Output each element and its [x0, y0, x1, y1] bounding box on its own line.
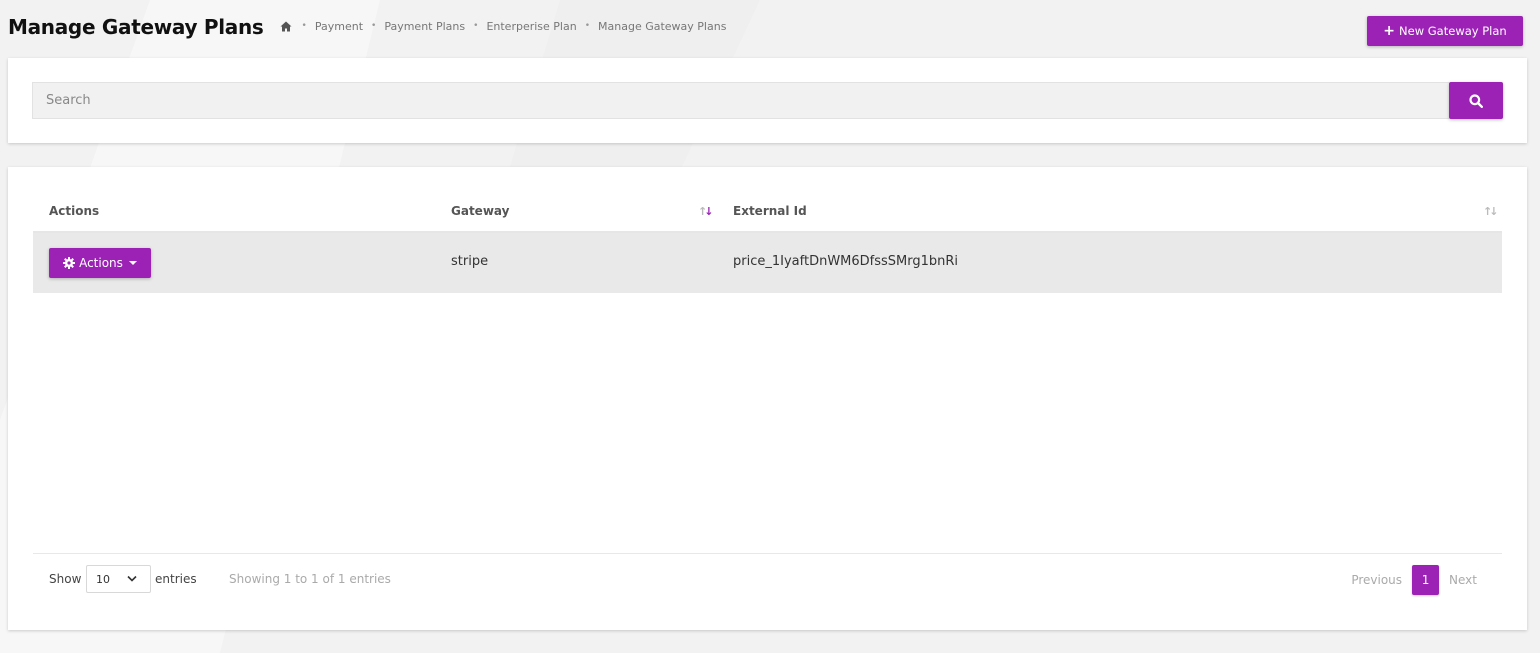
- cell-external-id: price_1IyaftDnWM6DfssSMrg1bnRi: [733, 254, 959, 269]
- search-card: [8, 58, 1527, 143]
- breadcrumb-item-current: Manage Gateway Plans: [598, 19, 727, 33]
- table-card: Actions Gateway ↑↓ External Id ↑↓ Action…: [8, 167, 1527, 630]
- sort-icon[interactable]: ↑↓: [1483, 205, 1499, 218]
- column-header-actions: Actions: [49, 204, 100, 218]
- search-input[interactable]: [32, 82, 1449, 119]
- pagination-previous[interactable]: Previous: [1341, 573, 1412, 587]
- column-header-external-id[interactable]: External Id: [733, 204, 807, 218]
- cell-gateway: stripe: [451, 254, 489, 269]
- page-header: Manage Gateway Plans • Payment • Payment…: [8, 12, 1523, 46]
- page-title: Manage Gateway Plans: [8, 15, 264, 39]
- gear-icon: [63, 257, 76, 269]
- breadcrumb-item-payment[interactable]: Payment: [315, 20, 363, 33]
- pagination: Previous 1 Next: [1341, 565, 1502, 595]
- table-info: Showing 1 to 1 of 1 entries: [229, 572, 391, 586]
- home-icon[interactable]: [280, 21, 292, 32]
- chevron-down-icon: [127, 575, 137, 582]
- breadcrumb-item-plan[interactable]: Enterperise Plan: [486, 20, 576, 33]
- actions-label: Actions: [79, 256, 123, 270]
- new-gateway-plan-button[interactable]: + New Gateway Plan: [1367, 16, 1523, 46]
- sort-icon[interactable]: ↑↓: [698, 205, 714, 218]
- breadcrumb: • Payment • Payment Plans • Enterperise …: [280, 19, 727, 33]
- breadcrumb-separator: •: [584, 21, 591, 31]
- table-row: Actions stripe price_1IyaftDnWM6DfssSMrg…: [33, 233, 1502, 293]
- plus-icon: +: [1383, 23, 1396, 39]
- page-length-value: 10: [96, 573, 110, 586]
- breadcrumb-separator: •: [473, 21, 479, 31]
- caret-down-icon: [128, 261, 137, 265]
- search-icon: [1469, 93, 1483, 108]
- actions-dropdown-button[interactable]: Actions: [49, 248, 151, 278]
- table-footer: Show 10 entries Showing 1 to 1 of 1 entr…: [33, 553, 1502, 608]
- breadcrumb-separator: •: [301, 21, 307, 31]
- search-button[interactable]: [1449, 82, 1503, 119]
- breadcrumb-separator: •: [371, 21, 377, 31]
- show-label: Show: [49, 572, 82, 586]
- entries-label: entries: [155, 572, 197, 586]
- page-length-select[interactable]: 10: [86, 565, 151, 593]
- pagination-page-1[interactable]: 1: [1412, 565, 1440, 595]
- table-header: Actions Gateway ↑↓ External Id ↑↓: [33, 195, 1502, 233]
- new-gateway-plan-label: New Gateway Plan: [1399, 24, 1507, 38]
- column-header-gateway[interactable]: Gateway: [451, 204, 509, 218]
- pagination-next[interactable]: Next: [1439, 573, 1502, 587]
- breadcrumb-item-payment-plans[interactable]: Payment Plans: [384, 20, 465, 33]
